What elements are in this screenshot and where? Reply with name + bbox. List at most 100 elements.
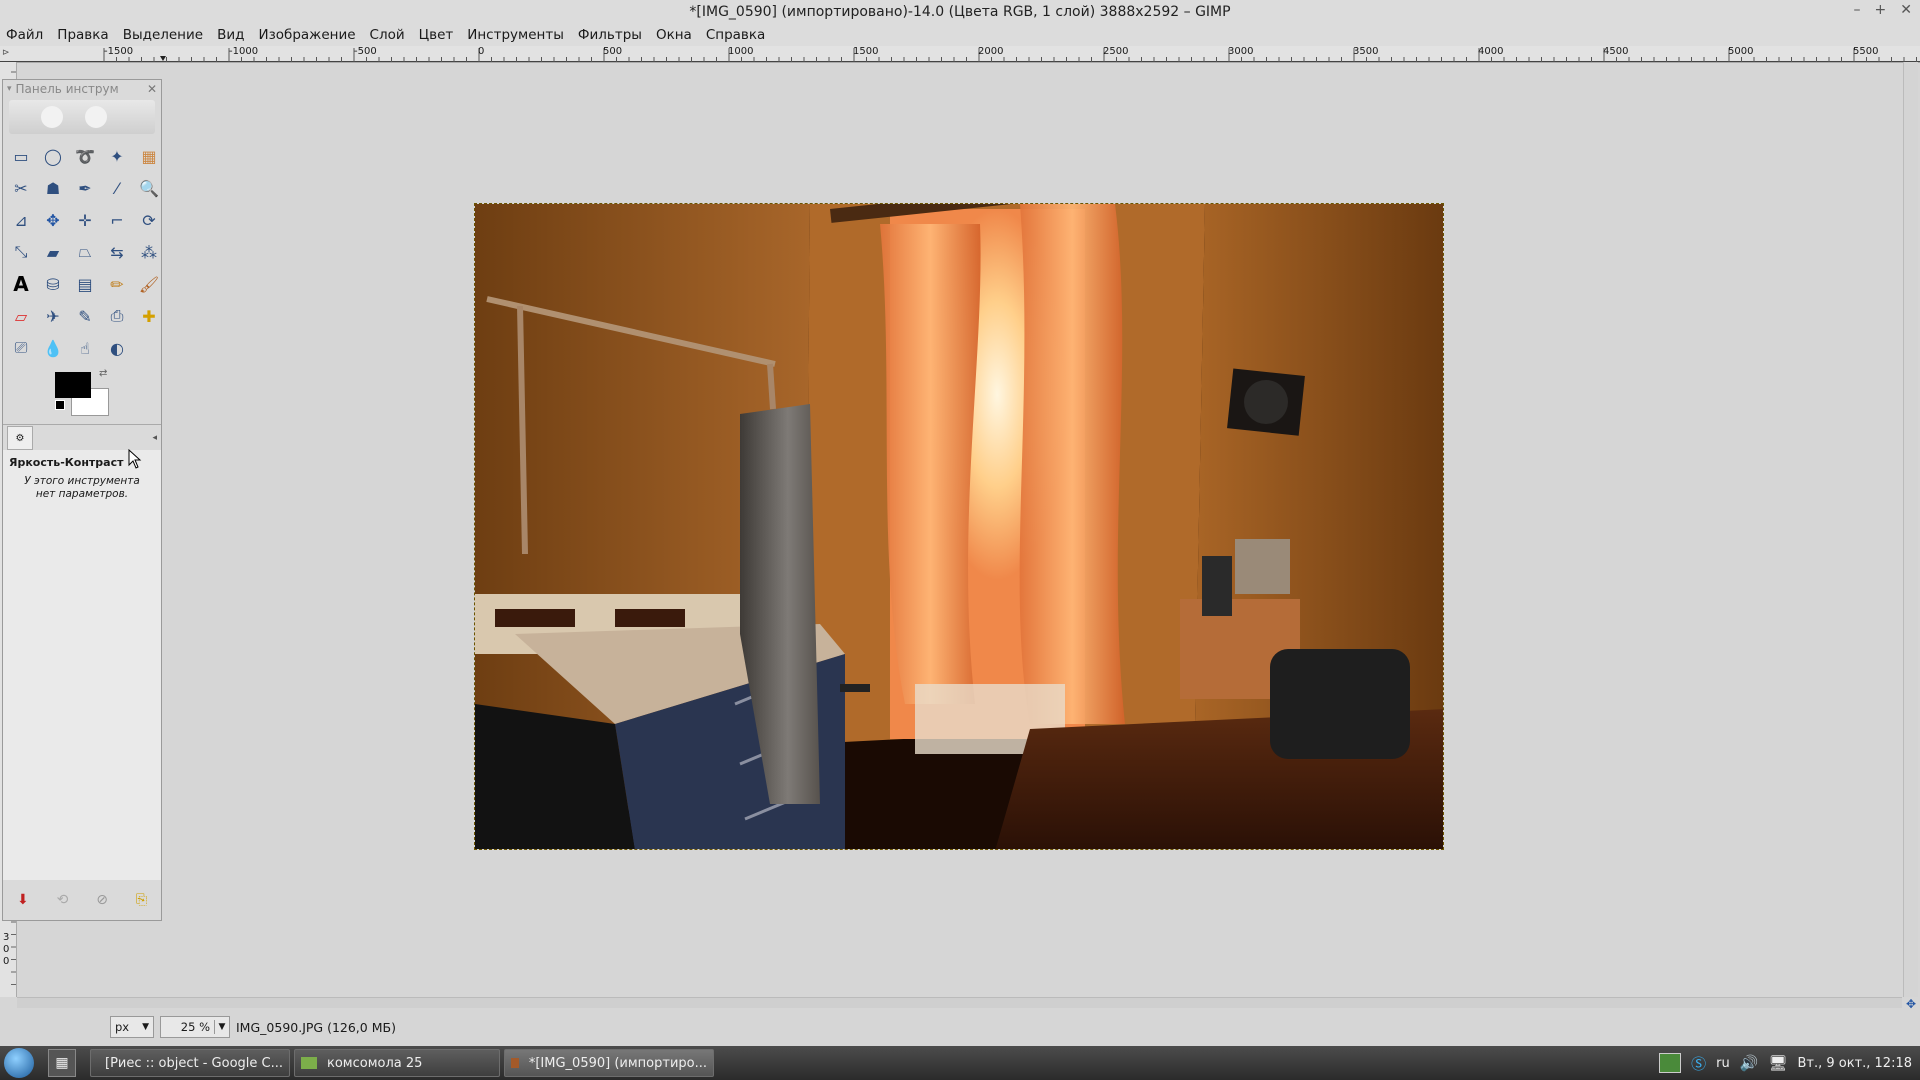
horizontal-ruler[interactable]: ⊳ -1500 -1000 -500 0 500 1000 1500 2000 … — [0, 46, 1920, 63]
toolbox-footer: ⬇ ⟲ ⊘ ⎘ — [3, 880, 161, 920]
tool-dodge-burn-icon[interactable]: ◐ — [103, 334, 131, 362]
close-button[interactable]: ✕ — [1900, 2, 1912, 18]
tool-ink-icon[interactable]: ✎ — [71, 302, 99, 330]
tool-rect-select-icon[interactable]: ▭ — [7, 142, 35, 170]
toolbox-header[interactable]: ▾ Панель инструм ✕ — [3, 80, 161, 98]
status-bar: px ▼ 25 % ▼ IMG_0590.JPG (126,0 МБ) — [0, 1010, 1920, 1044]
horizontal-scrollbar[interactable] — [17, 997, 1902, 1008]
tool-foreground-select-icon[interactable]: ☗ — [39, 174, 67, 202]
panel-menu-icon[interactable]: ◂ — [152, 433, 157, 443]
tool-pencil-icon[interactable]: ✏ — [103, 270, 131, 298]
menu-select[interactable]: Выделение — [116, 27, 210, 43]
default-colors-icon[interactable] — [55, 400, 65, 410]
calculator-icon[interactable]: ▦ — [48, 1049, 76, 1077]
tool-smudge-icon[interactable]: ☝ — [71, 334, 99, 362]
delete-options-icon[interactable]: ⊘ — [96, 892, 108, 908]
tool-crop-icon[interactable]: ⌐ — [103, 206, 131, 234]
toolbox-title: Панель инструм — [15, 82, 119, 96]
taskbar-item-chrome[interactable]: [Риес :: object - Google C... — [90, 1049, 290, 1077]
swap-colors-icon[interactable]: ⇄ — [99, 368, 107, 379]
tool-text-icon[interactable]: A — [7, 270, 35, 298]
tool-paintbrush-icon[interactable]: 🖌 — [135, 270, 163, 298]
chevron-down-icon: ▼ — [218, 1022, 226, 1032]
window-title: *[IMG_0590] (импортировано)-14.0 (Цвета … — [689, 4, 1231, 20]
tool-perspective-icon[interactable]: ⏢ — [71, 238, 99, 266]
restore-options-icon[interactable]: ⟲ — [57, 892, 69, 908]
tool-cage-icon[interactable]: ⁂ — [135, 238, 163, 266]
tool-blur-icon[interactable]: 💧 — [39, 334, 67, 362]
tool-flip-icon[interactable]: ⇆ — [103, 238, 131, 266]
tool-paths-icon[interactable]: ✒ — [71, 174, 99, 202]
maximize-button[interactable]: + — [1875, 2, 1887, 18]
menu-tools[interactable]: Инструменты — [460, 27, 571, 43]
menu-colors[interactable]: Цвет — [412, 27, 461, 43]
tool-rotate-icon[interactable]: ⟳ — [135, 206, 163, 234]
tool-ellipse-select-icon[interactable]: ◯ — [39, 142, 67, 170]
foreground-color-swatch[interactable] — [55, 372, 91, 398]
tool-clone-icon[interactable]: ⎙ — [103, 302, 131, 330]
menu-image[interactable]: Изображение — [251, 27, 362, 43]
tool-options-message: У этого инструмента нет параметров. — [24, 475, 140, 500]
tool-scissors-select-icon[interactable]: ✂ — [7, 174, 35, 202]
menu-filters[interactable]: Фильтры — [571, 27, 649, 43]
menu-windows[interactable]: Окна — [649, 27, 699, 43]
ruler-label: 1000 — [728, 46, 754, 57]
menu-help[interactable]: Справка — [699, 27, 772, 43]
image-canvas[interactable] — [474, 203, 1444, 850]
ruler-label: 5500 — [1853, 46, 1879, 57]
display-icon[interactable]: 🖥 — [1768, 1054, 1787, 1072]
tool-fuzzy-select-icon[interactable]: ✦ — [103, 142, 131, 170]
keyboard-layout[interactable]: ru — [1716, 1056, 1730, 1071]
tool-airbrush-icon[interactable]: ✈ — [39, 302, 67, 330]
tool-align-icon[interactable]: ✛ — [71, 206, 99, 234]
kitchen-photo — [475, 204, 1443, 849]
zoom-value[interactable]: 25 % — [161, 1020, 215, 1034]
tool-blend-icon[interactable]: ▤ — [71, 270, 99, 298]
menu-view[interactable]: Вид — [210, 27, 251, 43]
toolbox-close-button[interactable]: ✕ — [147, 82, 157, 96]
skype-icon[interactable]: Ⓢ — [1691, 1053, 1706, 1074]
ruler-label: 3500 — [1353, 46, 1379, 57]
taskbar-item-folder[interactable]: комсомола 25 — [294, 1049, 500, 1077]
folder-icon — [301, 1057, 317, 1069]
tool-color-picker-icon[interactable]: ⁄ — [103, 174, 131, 202]
unit-value: px — [115, 1020, 130, 1034]
navigate-icon[interactable]: ✥ — [1904, 997, 1918, 1011]
taskbar-item-gimp[interactable]: *[IMG_0590] (импортиро... — [504, 1049, 714, 1077]
menu-file[interactable]: Файл — [0, 27, 50, 43]
volume-icon[interactable]: 🔊 — [1740, 1054, 1759, 1072]
zoom-select[interactable]: 25 % ▼ — [160, 1016, 230, 1038]
vertical-scrollbar[interactable] — [1903, 62, 1918, 997]
tool-bucket-fill-icon[interactable]: ⛁ — [39, 270, 67, 298]
save-options-icon[interactable]: ⬇ — [17, 892, 29, 908]
dock-arrow-icon[interactable]: ▾ — [7, 84, 12, 94]
tool-measure-icon[interactable]: ⊿ — [7, 206, 35, 234]
network-monitor-icon[interactable] — [1659, 1053, 1682, 1073]
file-info: IMG_0590.JPG (126,0 МБ) — [236, 1019, 396, 1035]
tool-color-select-icon[interactable]: ▦ — [135, 142, 163, 170]
menu-edit[interactable]: Правка — [50, 27, 115, 43]
task-label: комсомола 25 — [327, 1055, 423, 1071]
tool-zoom-icon[interactable]: 🔍 — [135, 174, 163, 202]
menu-layer[interactable]: Слой — [363, 27, 412, 43]
unit-select[interactable]: px ▼ — [110, 1016, 154, 1038]
tool-perspective-clone-icon[interactable]: ⎚ — [7, 334, 35, 362]
tool-scale-icon[interactable]: ⤡ — [7, 238, 35, 266]
tool-free-select-icon[interactable]: ➰ — [71, 142, 99, 170]
task-label: *[IMG_0590] (импортиро... — [528, 1055, 707, 1071]
ruler-label: -500 — [354, 46, 377, 57]
gimp-icon — [511, 1058, 519, 1068]
minimize-button[interactable]: – — [1854, 2, 1861, 18]
clock[interactable]: Вт., 9 окт., 12:18 — [1797, 1056, 1912, 1071]
tool-options-tab[interactable]: ⚙ — [7, 426, 33, 450]
tool-shear-icon[interactable]: ▰ — [39, 238, 67, 266]
ruler-label: 4000 — [1478, 46, 1504, 57]
reset-options-icon[interactable]: ⎘ — [136, 892, 147, 908]
start-menu-icon[interactable] — [4, 1048, 34, 1078]
ruler-label: 4500 — [1603, 46, 1629, 57]
tool-heal-icon[interactable]: ✚ — [135, 302, 163, 330]
tool-eraser-icon[interactable]: ▱ — [7, 302, 35, 330]
ruler-label: 5000 — [1728, 46, 1754, 57]
ruler-corner-icon[interactable]: ⊳ — [2, 48, 10, 58]
tool-move-icon[interactable]: ✥ — [39, 206, 67, 234]
